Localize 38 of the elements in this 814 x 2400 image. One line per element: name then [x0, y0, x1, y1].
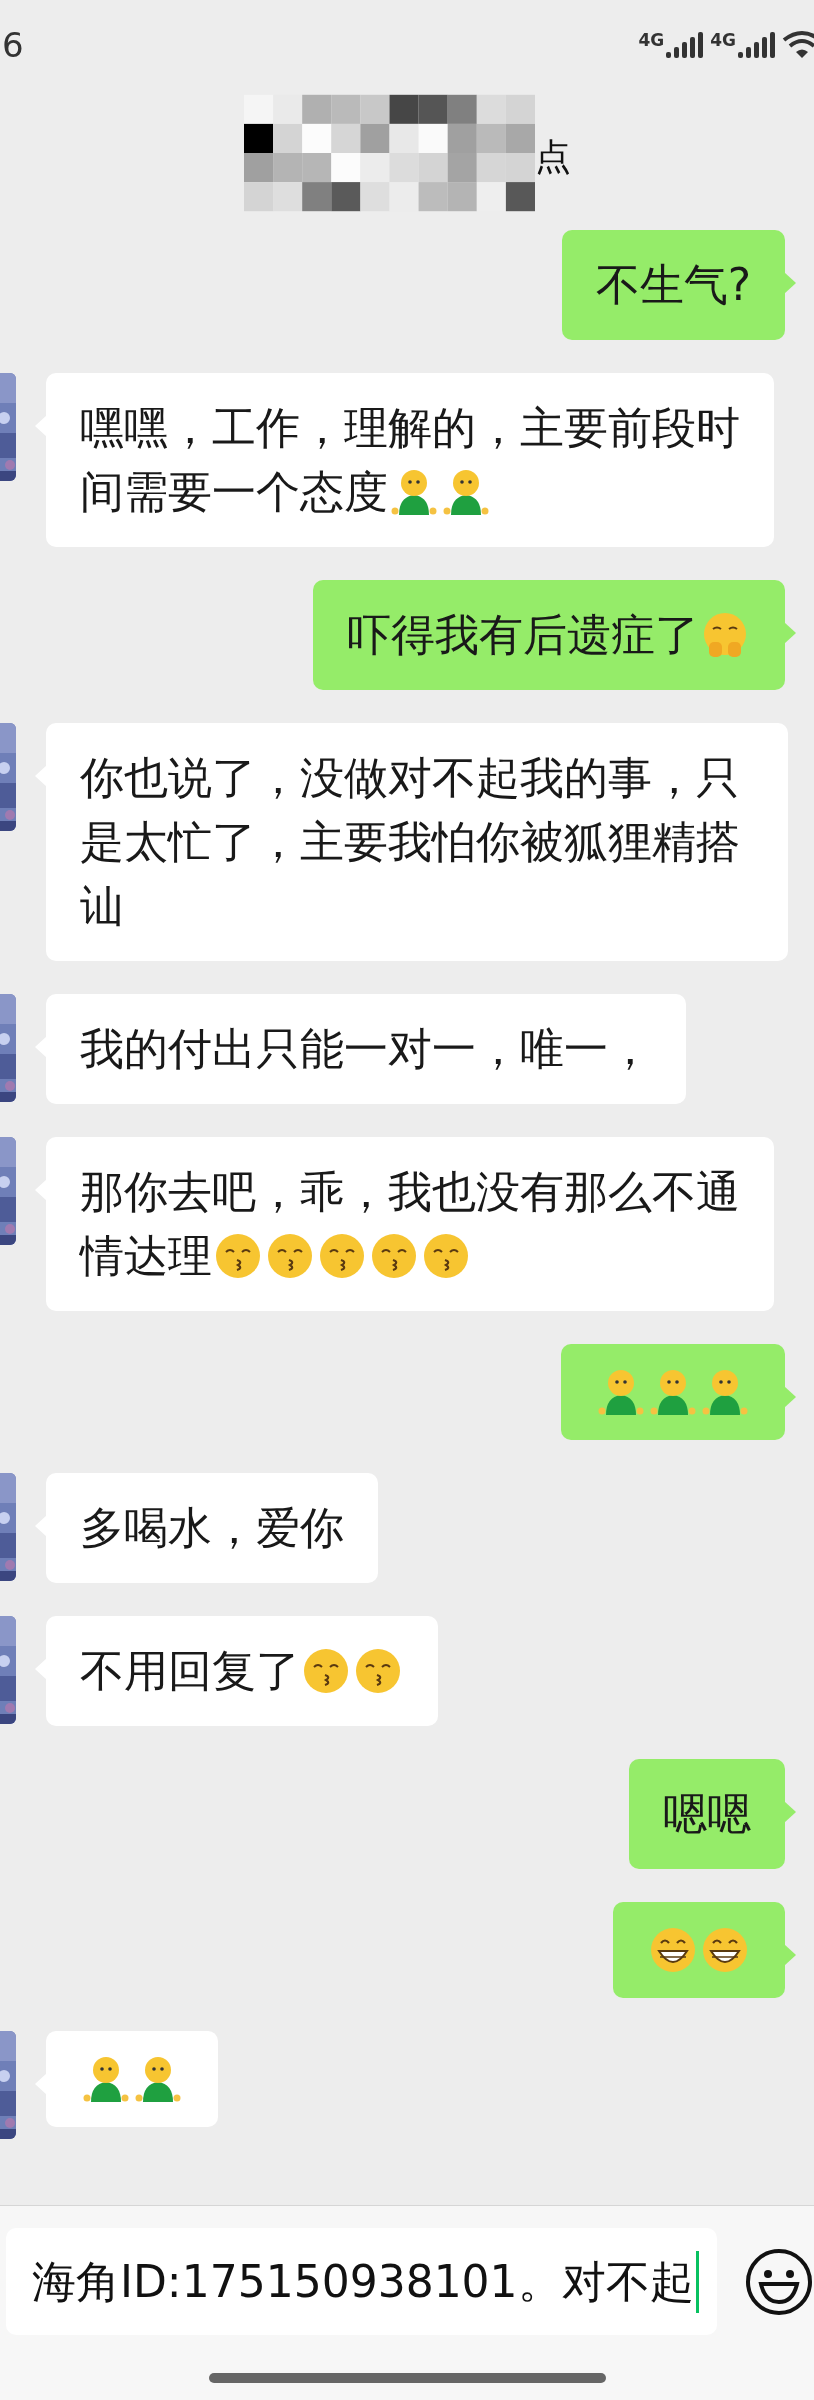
- message-text: 情达理: [80, 1229, 212, 1283]
- grin-emoji-icon: [700, 1925, 750, 1975]
- signal-icon: [738, 32, 776, 58]
- message-text: 那你去吧，乖，我也没有那么不通: [80, 1165, 740, 1219]
- grin-emoji-icon: [648, 1925, 698, 1975]
- figure-emoji-icon: [596, 1367, 646, 1417]
- figure-emoji-icon: [389, 467, 439, 517]
- network-type-label: 4G: [638, 32, 665, 49]
- message-text: 不用回复了: [80, 1644, 300, 1698]
- figure-emoji-icon: [648, 1367, 698, 1417]
- figure-emoji-icon: [81, 2054, 131, 2104]
- kiss-emoji-icon: [317, 1231, 367, 1281]
- kiss-emoji-icon: [301, 1646, 351, 1696]
- message-text: 吓得我有后遗症了: [347, 608, 699, 662]
- kiss-emoji-icon: [353, 1646, 403, 1696]
- signal-icon: [666, 32, 705, 58]
- figure-emoji-icon: [133, 2054, 183, 2104]
- message-text: 多喝水，爱你: [80, 1501, 344, 1555]
- message-text: 嗯嗯: [663, 1787, 751, 1841]
- chat-title: 点: [534, 134, 571, 179]
- message-text: 我的付出只能一对一，唯一，: [80, 1022, 652, 1076]
- input-text: 海角ID:175150938101。对不起: [32, 2254, 694, 2309]
- kiss-emoji-icon: [369, 1231, 419, 1281]
- message-text: 间需要一个态度: [80, 465, 388, 519]
- message-text: 你也说了，没做对不起我的事，只是太忙了，主要我怕你被狐狸精搭讪: [80, 751, 741, 933]
- emoji-button-icon[interactable]: [745, 2247, 813, 2316]
- kiss-emoji-icon: [265, 1231, 315, 1281]
- kiss-emoji-icon: [213, 1231, 263, 1281]
- message-input-field[interactable]: 海角ID:175150938101。对不起: [6, 2228, 717, 2335]
- wifi-icon: [782, 30, 814, 60]
- figure-emoji-icon: [441, 467, 491, 517]
- message-text: 不生气?: [595, 258, 751, 312]
- text-cursor: [695, 2250, 699, 2313]
- figure-emoji-icon: [700, 1367, 750, 1417]
- status-time: 6: [2, 23, 24, 67]
- message-text: 嘿嘿，工作，理解的，主要前段时: [80, 401, 740, 455]
- network-type-label: 4G: [710, 32, 736, 49]
- kiss-emoji-icon: [421, 1231, 471, 1281]
